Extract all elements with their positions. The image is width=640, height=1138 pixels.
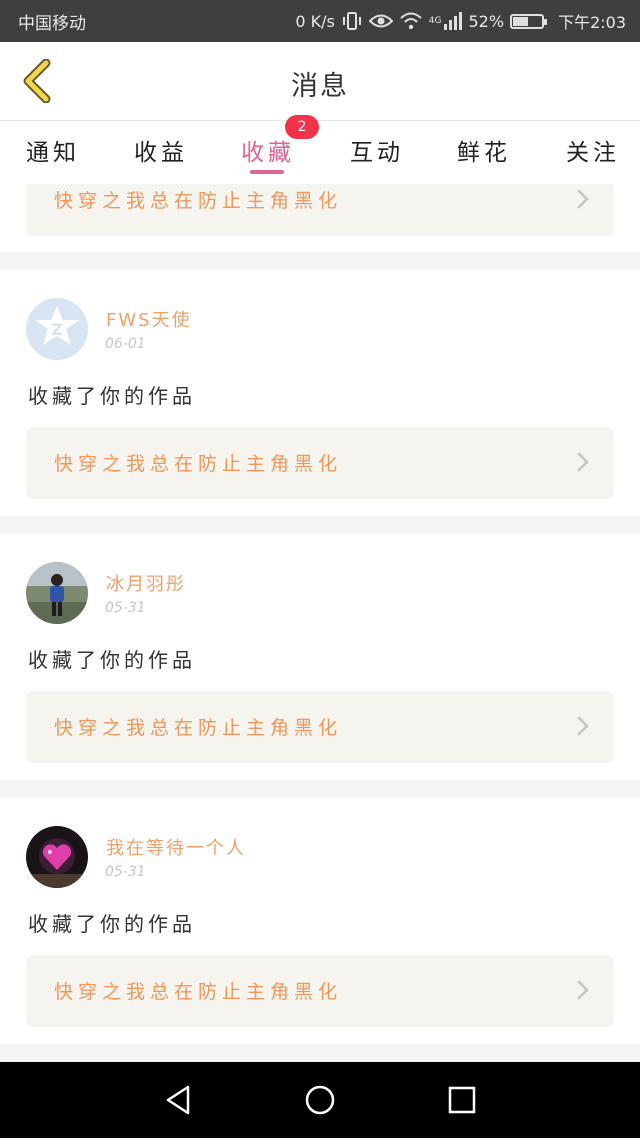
timestamp: 06-01 (105, 336, 146, 352)
list-item: 快穿之我总在防止主角黑化 (0, 184, 640, 252)
heart-avatar (26, 826, 88, 888)
wifi-icon (399, 12, 423, 30)
user-avatar[interactable]: Z (26, 298, 88, 360)
chevron-right-icon (577, 716, 589, 736)
work-title: 快穿之我总在防止主角黑化 (54, 453, 343, 475)
work-link[interactable]: 快穿之我总在防止主角黑化 (26, 691, 614, 763)
eye-icon (368, 12, 393, 30)
battery-icon (510, 13, 548, 29)
timestamp: 05-31 (105, 600, 146, 616)
work-link[interactable]: 快穿之我总在防止主角黑化 (26, 184, 614, 236)
timestamp: 05-31 (105, 864, 146, 880)
tab-following[interactable]: 关注 (566, 133, 620, 167)
action-text: 收藏了你的作品 (28, 384, 196, 408)
page-title: 消息 (291, 71, 349, 102)
work-link[interactable]: 快穿之我总在防止主角黑化 (26, 955, 614, 1027)
chevron-right-icon (577, 189, 589, 209)
tab-interactions[interactable]: 互动 (350, 133, 404, 167)
signal-icon: 4G (429, 12, 463, 30)
favorites-feed: 快穿之我总在防止主角黑化 Z FWS天使 06-01 收藏了你的作品 快穿之我总… (0, 184, 640, 1062)
back-triangle-icon (166, 1085, 190, 1115)
svg-text:Z: Z (51, 320, 63, 339)
work-link[interactable]: 快穿之我总在防止主角黑化 (26, 427, 614, 499)
nav-home-button[interactable] (300, 1080, 340, 1120)
clock: 下午2:03 (558, 13, 626, 32)
tab-earnings[interactable]: 收益 (134, 133, 188, 167)
photo-avatar (26, 562, 88, 624)
favorites-badge: 2 (285, 115, 319, 139)
work-title: 快穿之我总在防止主角黑化 (54, 981, 343, 1003)
tab-favorites[interactable]: 收藏 (241, 133, 295, 167)
user-avatar[interactable] (26, 562, 88, 624)
work-title: 快穿之我总在防止主角黑化 (54, 717, 343, 739)
status-bar: 中国移动 0 K/s 4G 52% 下午2:03 (0, 0, 640, 42)
network-speed: 0 K/s (295, 11, 335, 31)
list-item: Z FWS天使 06-01 收藏了你的作品 快穿之我总在防止主角黑化 (0, 270, 640, 516)
nav-recents-button[interactable] (442, 1080, 482, 1120)
action-text: 收藏了你的作品 (28, 648, 196, 672)
carrier-label: 中国移动 (18, 13, 86, 34)
default-avatar-icon: Z (26, 298, 88, 360)
list-item: 冰月羽彤 05-31 收藏了你的作品 快穿之我总在防止主角黑化 (0, 534, 640, 780)
nav-back-button[interactable] (158, 1080, 198, 1120)
tab-notifications[interactable]: 通知 (26, 133, 80, 167)
user-name[interactable]: 我在等待一个人 (106, 834, 246, 860)
user-name[interactable]: 冰月羽彤 (106, 570, 186, 596)
battery-percent: 52% (468, 11, 505, 31)
active-tab-indicator (250, 170, 284, 174)
header: 消息 (0, 42, 640, 120)
tab-bar: 通知 收益 收藏 2 互动 鲜花 关注 (0, 115, 640, 184)
chevron-right-icon (577, 452, 589, 472)
user-name[interactable]: FWS天使 (106, 306, 192, 332)
user-avatar[interactable] (26, 826, 88, 888)
vibrate-icon (341, 11, 363, 31)
tab-flowers[interactable]: 鲜花 (457, 133, 511, 167)
work-title: 快穿之我总在防止主角黑化 (54, 190, 343, 212)
recents-square-icon (448, 1086, 476, 1114)
system-nav-bar (0, 1062, 640, 1138)
list-item: 我在等待一个人 05-31 收藏了你的作品 快穿之我总在防止主角黑化 (0, 798, 640, 1044)
action-text: 收藏了你的作品 (28, 912, 196, 936)
chevron-right-icon (577, 980, 589, 1000)
home-circle-icon (305, 1085, 335, 1115)
network-type-label: 4G (428, 16, 442, 26)
